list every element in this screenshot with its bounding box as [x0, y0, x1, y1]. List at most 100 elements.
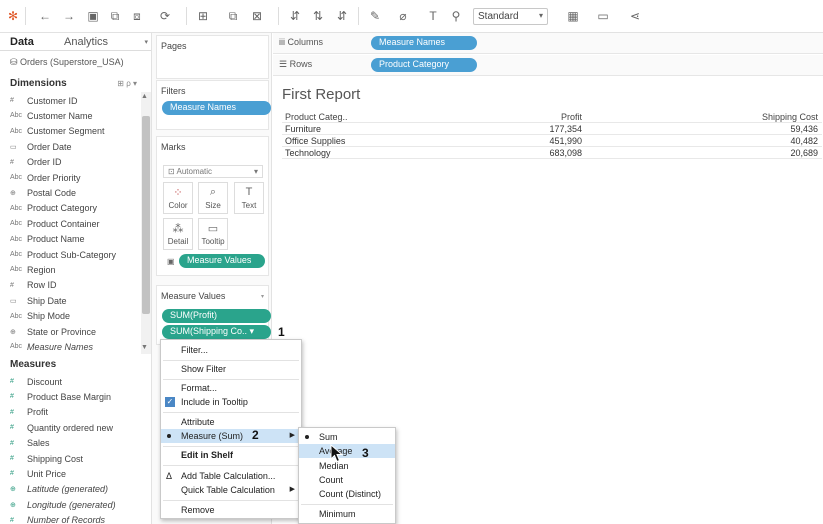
- measure-field-discount[interactable]: # Discount: [10, 374, 62, 389]
- measure-field-sales[interactable]: # Sales: [10, 436, 50, 451]
- menu-item-filter[interactable]: Filter...: [161, 343, 301, 357]
- dimension-field-ship-mode[interactable]: Abc Ship Mode: [10, 309, 70, 324]
- scroll-up-icon[interactable]: ▲: [141, 93, 148, 100]
- columns-shelf[interactable]: iii Columns Measure Names: [273, 33, 823, 54]
- dimension-field-row-id[interactable]: # Row ID: [10, 278, 57, 293]
- text-button[interactable]: T Text: [234, 182, 264, 214]
- highlight-icon[interactable]: ✎: [368, 9, 382, 23]
- menu-item-include-in-tooltip[interactable]: ✓ Include in Tooltip: [161, 395, 301, 409]
- marks-pill-measure-values[interactable]: Measure Values: [179, 254, 265, 268]
- dimension-field-product-container[interactable]: Abc Product Container: [10, 216, 100, 231]
- filters-card[interactable]: Filters Measure Names: [156, 80, 271, 130]
- tab-analytics[interactable]: Analytics: [64, 36, 108, 48]
- size-button[interactable]: ⌕ Size: [198, 182, 228, 214]
- dimension-field-measure-names[interactable]: Abc Measure Names: [10, 339, 93, 354]
- text-encoding-icon: ▣: [167, 257, 175, 266]
- dimension-field-order-date[interactable]: ▭ Order Date: [10, 139, 72, 154]
- measure-field-longitude-generated[interactable]: ⊕ Longitude (generated): [10, 497, 116, 512]
- submenu-item-count-distinct[interactable]: Count (Distinct): [299, 487, 395, 501]
- table-row[interactable]: Office Supplies 451,990 40,482: [282, 135, 822, 147]
- table-row[interactable]: Technology 683,098 20,689: [282, 147, 822, 159]
- pane-menu-icon[interactable]: ▾: [144, 38, 148, 46]
- header-profit[interactable]: Profit: [561, 112, 582, 122]
- show-labels-icon[interactable]: T: [426, 9, 440, 23]
- tooltip-button[interactable]: ▭ Tooltip: [198, 218, 228, 250]
- redo-icon[interactable]: →: [62, 9, 76, 23]
- rows-shelf[interactable]: ☰ Rows Product Category: [273, 55, 823, 76]
- submenu-item-median[interactable]: Median: [299, 459, 395, 473]
- new-data-source-icon[interactable]: ⧉: [108, 9, 122, 23]
- presentation-mode-icon[interactable]: ▭: [596, 9, 610, 23]
- dimension-field-order-id[interactable]: # Order ID: [10, 155, 62, 170]
- menu-item-remove[interactable]: Remove: [161, 503, 301, 517]
- menu-item-add-table-calculation[interactable]: Δ Add Table Calculation...: [161, 469, 301, 483]
- pages-card[interactable]: Pages: [156, 35, 269, 79]
- clear-sheet-icon[interactable]: ⊠: [250, 9, 264, 23]
- fit-select[interactable]: Standard ▾: [473, 8, 548, 25]
- dimension-field-ship-date[interactable]: ▭ Ship Date: [10, 293, 67, 308]
- measure-field-number-of-records[interactable]: # Number of Records: [10, 513, 105, 524]
- table-row[interactable]: Furniture 177,354 59,436: [282, 123, 822, 135]
- color-button[interactable]: ⁘ Color: [163, 182, 193, 214]
- save-icon[interactable]: ▣: [86, 9, 100, 23]
- duplicate-sheet-icon[interactable]: ⧉: [226, 9, 240, 23]
- dimensions-scrollbar[interactable]: [141, 92, 151, 354]
- submenu-item-minimum[interactable]: Minimum: [299, 507, 395, 521]
- measure-field-profit[interactable]: # Profit: [10, 405, 48, 420]
- dimension-field-customer-segment[interactable]: Abc Customer Segment: [10, 124, 105, 139]
- measure-field-latitude-generated[interactable]: ⊕ Latitude (generated): [10, 482, 108, 497]
- scroll-down-icon[interactable]: ▼: [141, 344, 148, 351]
- dimension-field-product-category[interactable]: Abc Product Category: [10, 201, 97, 216]
- dimension-field-product-sub-category[interactable]: Abc Product Sub-Category: [10, 247, 116, 262]
- datasource-label: Orders (Superstore_USA): [20, 57, 124, 67]
- field-label: Profit: [27, 407, 49, 418]
- dimension-field-region[interactable]: Abc Region: [10, 262, 56, 277]
- tableau-logo-icon[interactable]: ✻: [6, 9, 20, 23]
- group-members-icon[interactable]: ⌀: [396, 9, 410, 23]
- header-product-category[interactable]: Product Categ..: [285, 112, 348, 122]
- pill-sum-shipping-cost[interactable]: SUM(Shipping Co.. ▾: [162, 325, 271, 339]
- columns-pill-measure-names[interactable]: Measure Names: [371, 36, 477, 50]
- pill-sum-profit[interactable]: SUM(Profit): [162, 309, 271, 323]
- menu-item-attribute[interactable]: Attribute: [161, 415, 301, 429]
- measure-field-product-base-margin[interactable]: # Product Base Margin: [10, 389, 111, 404]
- sort-descending-icon[interactable]: ⇵: [335, 9, 349, 23]
- menu-item-quick-table-calculation[interactable]: Quick Table Calculation ▶: [161, 483, 301, 497]
- refresh-icon[interactable]: ⟳: [158, 9, 172, 23]
- header-shipping-cost[interactable]: Shipping Cost: [762, 112, 818, 122]
- detail-button[interactable]: ⁂ Detail: [163, 218, 193, 250]
- tab-data[interactable]: Data: [10, 36, 34, 48]
- sort-ascending-icon[interactable]: ⇅: [311, 9, 325, 23]
- submenu-item-sum[interactable]: Sum: [299, 430, 395, 444]
- menu-item-format[interactable]: Format...: [161, 381, 301, 395]
- pause-updates-icon[interactable]: ⧈: [130, 9, 144, 23]
- filter-pill-measure-names[interactable]: Measure Names: [162, 101, 271, 115]
- measure-field-quantity-ordered-new[interactable]: # Quantity ordered new: [10, 420, 113, 435]
- measure-field-unit-price[interactable]: # Unit Price: [10, 466, 66, 481]
- new-worksheet-icon[interactable]: ⊞: [196, 9, 210, 23]
- undo-icon[interactable]: ←: [38, 9, 52, 23]
- dimension-field-customer-name[interactable]: Abc Customer Name: [10, 108, 93, 123]
- menu-item-measure-sum[interactable]: Measure (Sum) ▶: [161, 429, 301, 443]
- dimension-field-order-priority[interactable]: Abc Order Priority: [10, 170, 81, 185]
- menu-item-show-filter[interactable]: Show Filter: [161, 362, 301, 376]
- menu-item-edit-in-shelf[interactable]: Edit in Shelf: [161, 448, 301, 462]
- measure-field-shipping-cost[interactable]: # Shipping Cost: [10, 451, 83, 466]
- submenu-item-average[interactable]: Average: [299, 444, 395, 458]
- dimension-field-postal-code[interactable]: ⊕ Postal Code: [10, 185, 76, 200]
- swap-rows-columns-icon[interactable]: ⇵: [288, 9, 302, 23]
- dimension-field-product-name[interactable]: Abc Product Name: [10, 232, 85, 247]
- datasource-item[interactable]: ⛁ Orders (Superstore_USA): [10, 57, 124, 68]
- dimensions-tools-icon[interactable]: ⊞ ρ ▾: [117, 79, 137, 88]
- submenu-item-count[interactable]: Count: [299, 473, 395, 487]
- fix-axes-icon[interactable]: ⚲: [449, 9, 463, 23]
- scrollbar-thumb[interactable]: [142, 116, 150, 314]
- mark-type-select[interactable]: ⊡ Automatic ▾: [163, 165, 263, 178]
- show-cards-icon[interactable]: ▦: [566, 9, 580, 23]
- dimension-field-state-or-province[interactable]: ⊕ State or Province: [10, 324, 96, 339]
- dimension-field-customer-id[interactable]: # Customer ID: [10, 93, 78, 108]
- rows-pill-product-category[interactable]: Product Category: [371, 58, 477, 72]
- share-icon[interactable]: ⋖: [628, 9, 642, 23]
- report-title[interactable]: First Report: [282, 86, 360, 103]
- chevron-down-icon[interactable]: ▾: [261, 293, 264, 300]
